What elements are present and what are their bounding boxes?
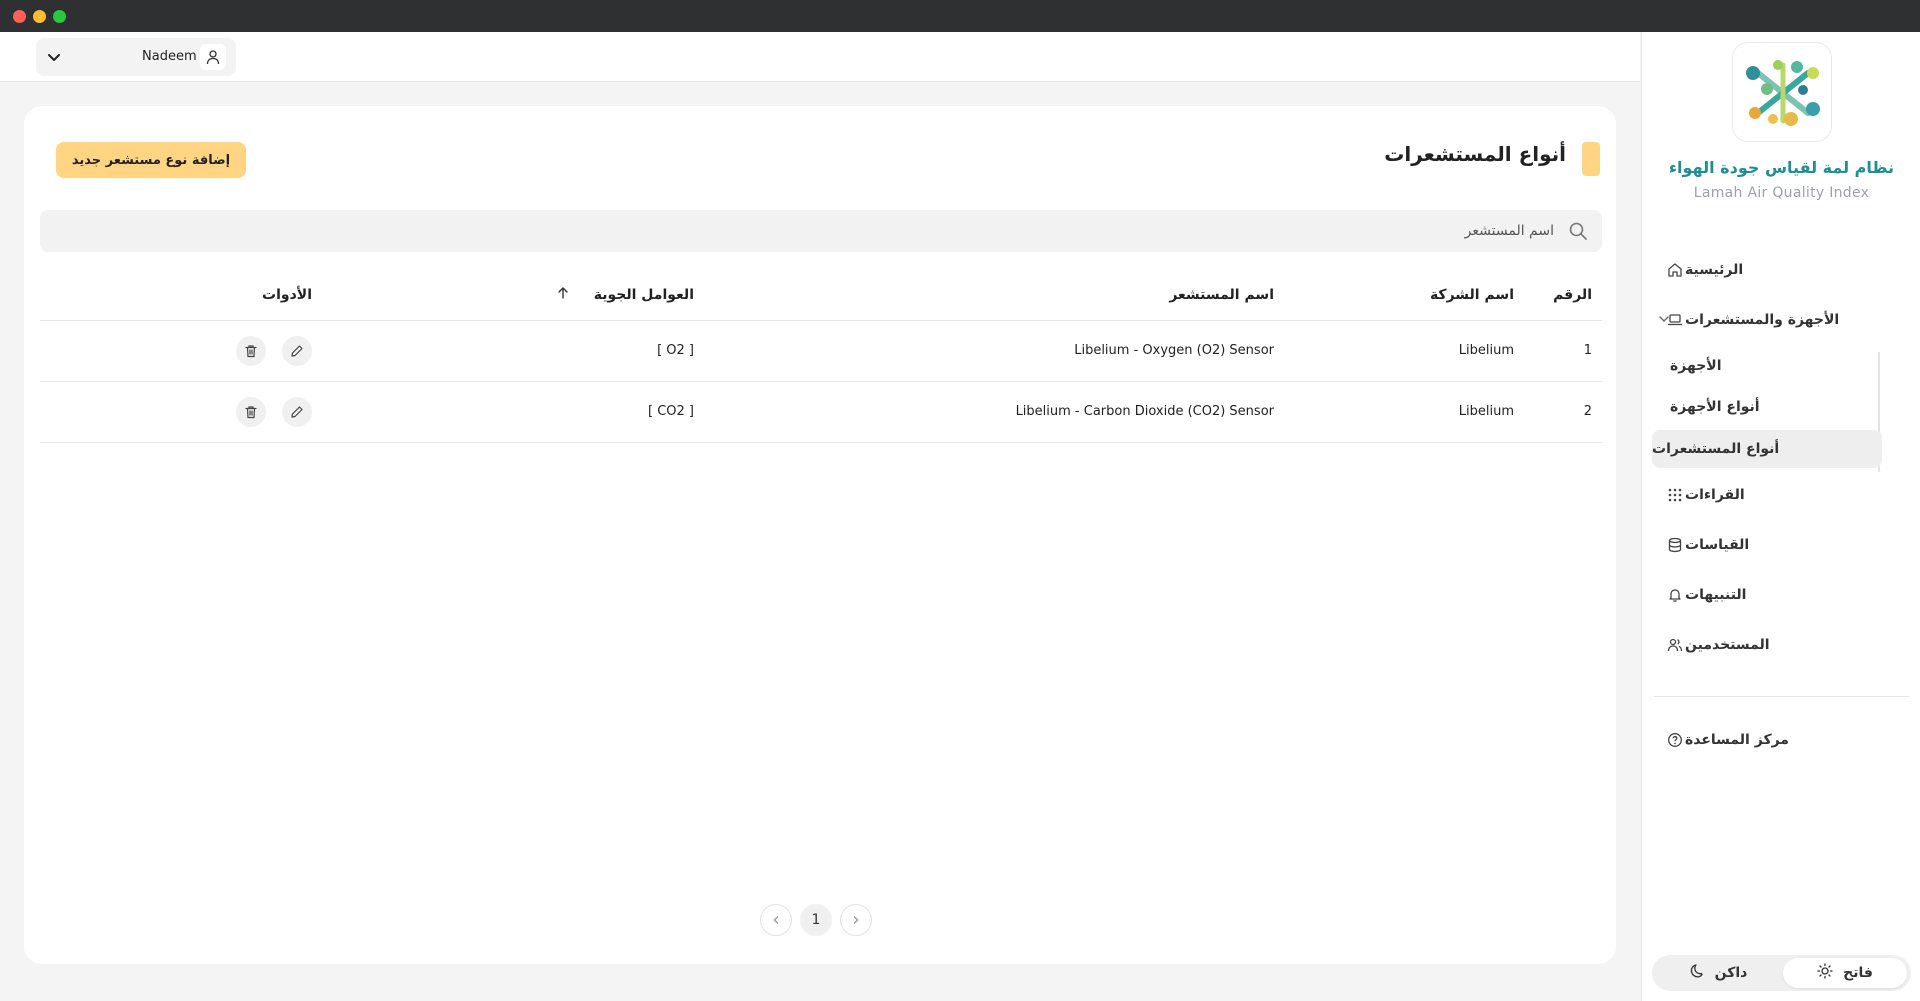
app-title: نظام لمة لقياس جودة الهواء [1668, 158, 1894, 177]
nav-label: الرئيسية [1685, 262, 1744, 278]
home-icon [1665, 260, 1685, 280]
cell-number: 1 [1524, 320, 1602, 382]
cell-tools [40, 320, 322, 382]
table-row: 2 Libelium Libelium - Carbon Dioxide (CO… [40, 381, 1602, 443]
main-card: أنواع المستشعرات إضافة نوع مستشعر جديد ا… [24, 106, 1616, 964]
nav-label: الأجهزة والمستشعرات [1685, 312, 1840, 328]
theme-dark-option[interactable]: داكن [1656, 958, 1780, 988]
chevron-down-icon [46, 49, 62, 69]
moon-icon [1689, 963, 1705, 983]
column-header-factors[interactable]: العوامل الجوية [322, 270, 704, 321]
sort-arrow-up-icon[interactable] [557, 286, 569, 304]
minimize-window-button[interactable] [33, 10, 46, 23]
nav-label: القياسات [1685, 537, 1750, 553]
chevron-down-icon [1657, 312, 1671, 330]
top-header: Nadeem [0, 32, 1640, 82]
search-icon [1568, 221, 1588, 245]
edit-button[interactable] [282, 335, 312, 366]
search-input[interactable] [74, 210, 1554, 252]
column-header-tools: الأدوات [40, 270, 322, 321]
theme-light-label: فاتح [1843, 965, 1873, 981]
theme-dark-label: داكن [1714, 965, 1748, 981]
maximize-window-button[interactable] [53, 10, 66, 23]
sensor-types-table: الرقم اسم الشركة اسم المستشعر العوامل ال… [40, 270, 1602, 443]
page-number-button[interactable]: 1 [800, 904, 832, 936]
cell-company: Libelium [1284, 320, 1524, 382]
theme-toggle: فاتح داكن [1652, 955, 1911, 991]
next-page-button[interactable] [840, 904, 872, 936]
bell-icon [1665, 585, 1685, 605]
window-titlebar [0, 0, 1920, 32]
users-icon [1665, 635, 1685, 655]
username-label: Nadeem [142, 49, 197, 64]
prev-page-button[interactable] [760, 904, 792, 936]
app-subtitle: Lamah Air Quality Index [1693, 185, 1870, 201]
delete-button[interactable] [235, 335, 266, 366]
cell-factors: [ O2 ] [322, 320, 704, 382]
delete-button[interactable] [235, 396, 266, 427]
grid-icon [1665, 485, 1685, 505]
close-window-button[interactable] [13, 10, 26, 23]
cell-factors: [ CO2 ] [322, 381, 704, 443]
theme-light-option[interactable]: فاتح [1783, 958, 1907, 988]
user-icon [200, 44, 226, 70]
app-logo [1732, 42, 1832, 142]
title-accent-bar [1582, 142, 1600, 176]
nav-item-device-types[interactable]: أنواع الأجهزة [1670, 388, 1880, 426]
nav-label: التنبيهات [1685, 587, 1747, 603]
database-icon [1665, 535, 1685, 555]
help-circle-icon [1665, 730, 1685, 750]
table-header-row: الرقم اسم الشركة اسم المستشعر العوامل ال… [40, 270, 1602, 321]
add-sensor-type-button[interactable]: إضافة نوع مستشعر جديد [56, 142, 246, 178]
nav-item-devices-sensors[interactable]: الأجهزة والمستشعرات [1651, 300, 1906, 340]
nav-label: القراءات [1685, 487, 1745, 503]
sun-icon [1817, 963, 1833, 983]
column-header-sensor-name[interactable]: اسم المستشعر [704, 270, 1284, 321]
nav-item-alerts[interactable]: التنبيهات [1651, 575, 1906, 615]
nav-item-home[interactable]: الرئيسية [1651, 250, 1906, 290]
pagination: 1 [760, 904, 872, 936]
cell-number: 2 [1524, 381, 1602, 443]
nav-item-users[interactable]: المستخدمين [1651, 625, 1906, 665]
cell-sensor-name: Libelium - Oxygen (O2) Sensor [704, 320, 1284, 382]
column-header-company[interactable]: اسم الشركة [1284, 270, 1524, 321]
nav-label: مركز المساعدة [1685, 732, 1789, 748]
search-bar [40, 210, 1602, 252]
cell-sensor-name: Libelium - Carbon Dioxide (CO2) Sensor [704, 381, 1284, 443]
table-row: 1 Libelium Libelium - Oxygen (O2) Sensor… [40, 320, 1602, 382]
nav-label: المستخدمين [1685, 637, 1770, 653]
nav-item-devices[interactable]: الأجهزة [1670, 347, 1880, 385]
cell-company: Libelium [1284, 381, 1524, 443]
factors-header-label: العوامل الجوية [593, 286, 694, 303]
sidebar: نظام لمة لقياس جودة الهواء Lamah Air Qua… [1641, 32, 1920, 1001]
page-title: أنواع المستشعرات [1384, 142, 1566, 166]
column-header-number[interactable]: الرقم [1524, 270, 1602, 321]
sidebar-divider [1654, 696, 1909, 697]
user-menu[interactable]: Nadeem [36, 38, 236, 76]
nav-item-sensor-types[interactable]: أنواع المستشعرات [1652, 430, 1882, 468]
nav-item-measurements[interactable]: القياسات [1651, 525, 1906, 565]
cell-tools [40, 381, 322, 443]
nav-item-help-center[interactable]: مركز المساعدة [1651, 720, 1906, 760]
edit-button[interactable] [282, 396, 312, 427]
nav-item-readings[interactable]: القراءات [1651, 475, 1906, 515]
